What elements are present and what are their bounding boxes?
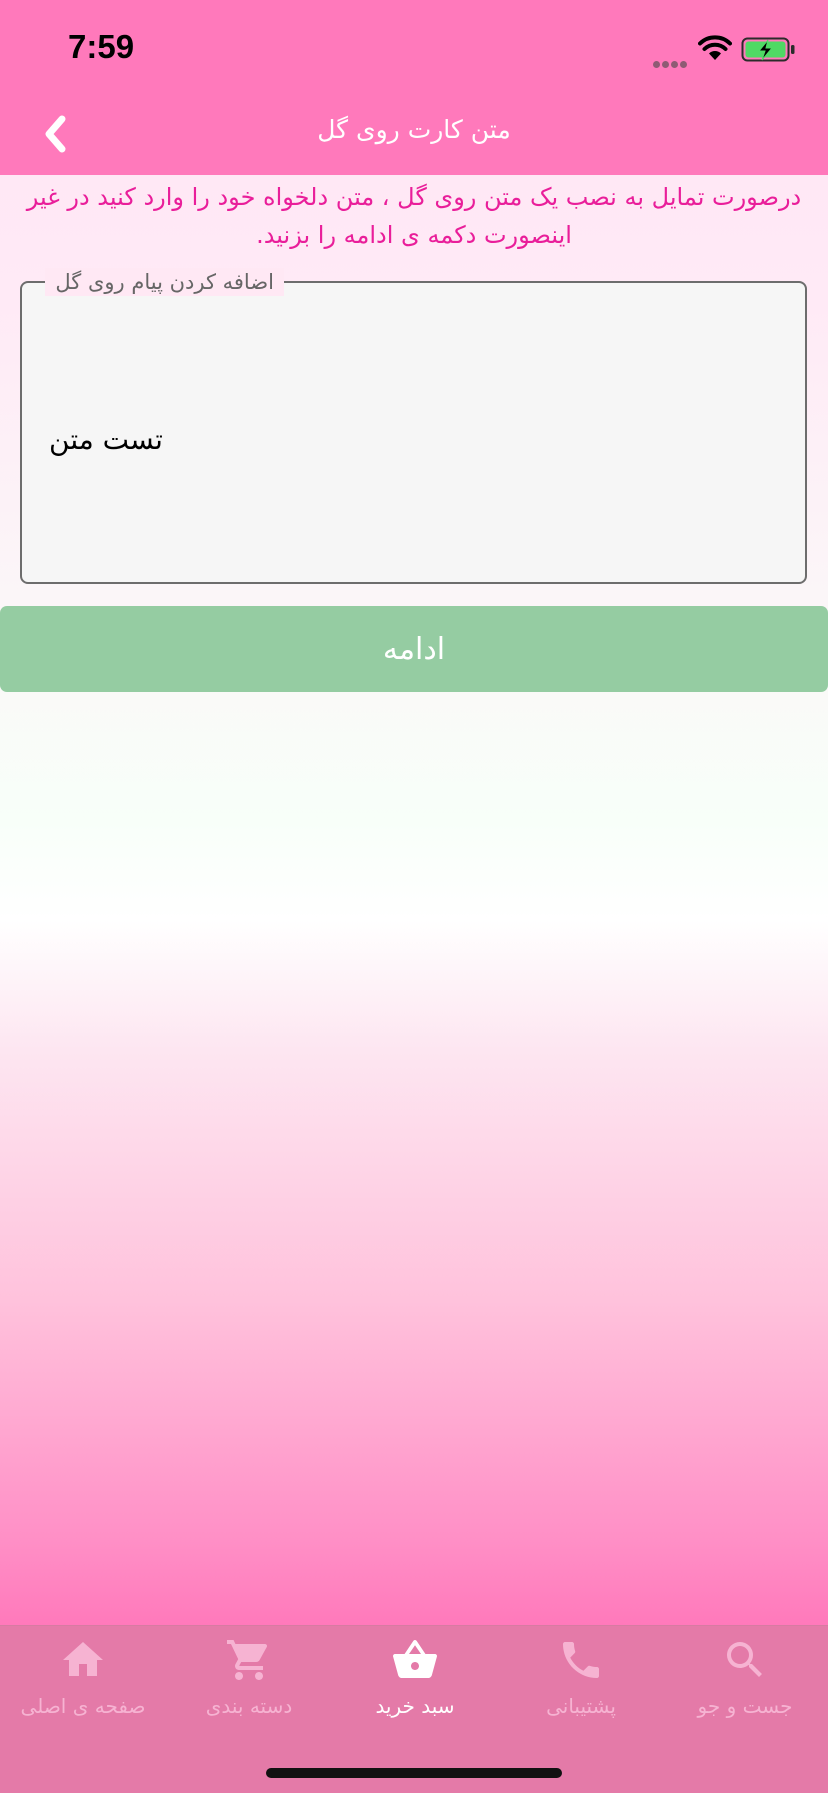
page-title: متن کارت روی گل xyxy=(317,115,511,144)
tab-basket[interactable]: سبد خرید xyxy=(332,1636,498,1718)
message-field-value: تست متن xyxy=(49,423,163,456)
tab-home[interactable]: صفحه ی اصلی xyxy=(0,1636,166,1718)
navigation-bar: متن کارت روی گل xyxy=(0,95,828,175)
home-indicator xyxy=(266,1768,562,1778)
tab-support[interactable]: پشتیبانی xyxy=(498,1636,664,1718)
tab-home-label: صفحه ی اصلی xyxy=(20,1694,146,1718)
tab-categories[interactable]: دسته بندی xyxy=(166,1636,332,1718)
basket-icon xyxy=(393,1640,437,1678)
wifi-icon xyxy=(698,35,732,65)
search-icon xyxy=(727,1642,762,1677)
status-time: 7:59 xyxy=(68,28,135,65)
home-icon xyxy=(63,1642,103,1676)
phone-icon xyxy=(563,1642,599,1678)
cellular-signal-icon xyxy=(653,53,689,72)
instructions-text: درصورت تمایل به نصب یک متن روی گل ، متن … xyxy=(26,183,802,249)
battery-charging-icon xyxy=(741,37,796,67)
tab-basket-label: سبد خرید xyxy=(375,1694,455,1718)
tab-bar: صفحه ی اصلی دسته بندی سبد خرید پشتیبانی … xyxy=(0,1625,828,1793)
tab-support-label: پشتیبانی xyxy=(546,1694,616,1718)
tab-search[interactable]: جست و جو xyxy=(662,1636,828,1718)
message-field-label: اضافه کردن پیام روی گل xyxy=(45,268,284,296)
tab-categories-label: دسته بندی xyxy=(205,1694,293,1718)
status-bar: 7:59 xyxy=(0,0,828,95)
tab-search-label: جست و جو xyxy=(697,1694,793,1718)
continue-button[interactable]: ادامه xyxy=(0,606,828,692)
flower-message-field[interactable]: اضافه کردن پیام روی گل تست متن xyxy=(20,268,807,584)
cart-icon xyxy=(227,1640,268,1680)
